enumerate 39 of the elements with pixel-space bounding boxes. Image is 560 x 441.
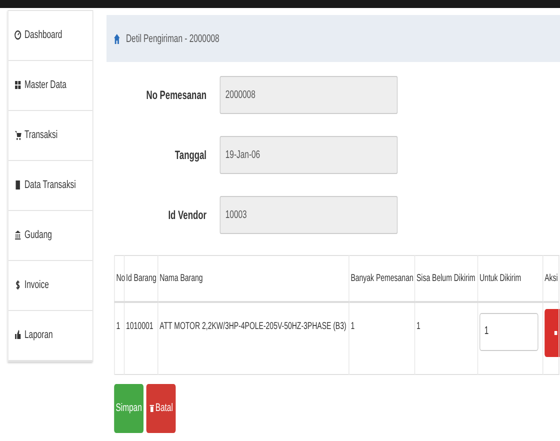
column-header: Sisa Belum Dikirim xyxy=(414,256,478,302)
file-icon xyxy=(14,180,22,190)
column-header: Untuk Dikirim xyxy=(478,256,543,302)
column-header: Nama Barang xyxy=(158,256,349,302)
field-label: No Pemesanan xyxy=(145,88,208,102)
column-header: Aksi xyxy=(542,256,559,302)
dashboard-icon xyxy=(14,30,22,40)
breadcrumb-text: Detil Pengiriman - 2000008 xyxy=(126,32,220,44)
table-cell: 1 xyxy=(348,302,415,374)
home-icon xyxy=(113,34,120,44)
field-label: Tanggal xyxy=(174,148,208,162)
sidebar-item[interactable]: Dashboard xyxy=(8,11,92,61)
column-header: No xyxy=(114,256,124,302)
cart-icon xyxy=(14,130,22,140)
thumbs-up-icon xyxy=(14,330,22,340)
input-field: 19-Jan-06 xyxy=(220,136,398,174)
table-cell: 1 xyxy=(414,302,478,374)
dollar-icon xyxy=(14,280,22,290)
sidebar-item[interactable]: Data Transaksi xyxy=(8,161,92,211)
cancel-button[interactable]: Batal xyxy=(146,384,176,432)
input-field: 10003 xyxy=(220,196,398,234)
trash-icon xyxy=(149,404,155,412)
sidebar-item[interactable]: Laporan xyxy=(8,311,92,361)
column-header: Id Barang xyxy=(124,256,158,302)
bank-icon xyxy=(14,230,22,240)
delete-button[interactable] xyxy=(544,309,560,357)
quantity-field[interactable]: 1 xyxy=(480,313,538,351)
sidebar-item[interactable]: Master Data xyxy=(8,61,92,111)
table-cell: 1010001 xyxy=(124,302,158,374)
sidebar-item[interactable]: Gudang xyxy=(8,211,92,261)
table-cell: 1 xyxy=(114,302,124,374)
column-header: Banyak Pemesanan xyxy=(348,256,415,302)
grid-icon xyxy=(14,80,22,90)
sidebar-item[interactable]: Invoice xyxy=(8,261,92,311)
sidebar-item[interactable]: Transaksi xyxy=(8,111,92,161)
square-icon xyxy=(553,331,558,335)
field-label: Id Vendor xyxy=(167,208,208,222)
input-field: 2000008 xyxy=(220,76,398,114)
table-cell: ATT MOTOR 2,2KW/3HP-4POLE-205V-50HZ-3PHASE (B3) xyxy=(158,302,349,374)
